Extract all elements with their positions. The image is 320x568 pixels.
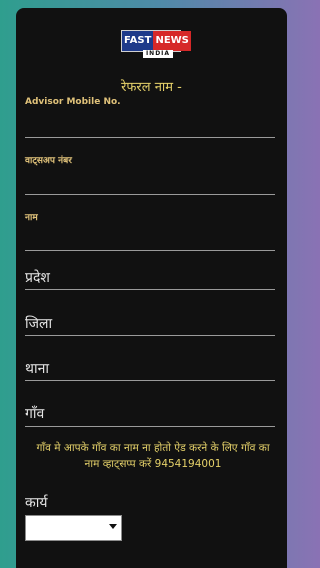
work-select[interactable] [25, 515, 122, 541]
state-underline [25, 289, 275, 290]
district-field[interactable]: जिला [25, 314, 52, 333]
village-whatsapp-notice: गाँव मे आपके गाँव का नाम ना होतो ऐड करने… [36, 442, 270, 470]
fast-news-india-logo: FAST NEWS INDIA [121, 30, 191, 60]
whatsapp-label: वाट्सअप नंबर [25, 156, 72, 166]
name-underline [25, 250, 275, 251]
police-station-field[interactable]: थाना [25, 359, 49, 378]
name-input[interactable] [25, 226, 279, 252]
village-underline [25, 426, 275, 427]
village-field[interactable]: गाँव [25, 404, 44, 423]
police-station-underline [25, 380, 275, 381]
form-card: FAST NEWS INDIA रेफरल नाम - Advisor Mobi… [16, 8, 287, 568]
whatsapp-underline [25, 194, 275, 195]
work-label: कार्य [25, 495, 48, 511]
logo-news: NEWS [153, 31, 191, 51]
advisor-mobile-underline [25, 137, 275, 138]
whatsapp-input[interactable] [25, 169, 279, 195]
logo-fast: FAST [122, 31, 154, 51]
logo-india: INDIA [143, 50, 173, 58]
district-underline [25, 335, 275, 336]
name-label: नाम [25, 213, 38, 223]
referral-name-heading: रेफरल नाम - [121, 80, 182, 95]
advisor-mobile-input[interactable] [25, 112, 279, 138]
chevron-down-icon [109, 524, 117, 529]
advisor-mobile-label: Advisor Mobile No. [25, 97, 121, 107]
state-field[interactable]: प्रदेश [25, 268, 50, 287]
logo-wordmark: FAST NEWS [121, 30, 191, 52]
